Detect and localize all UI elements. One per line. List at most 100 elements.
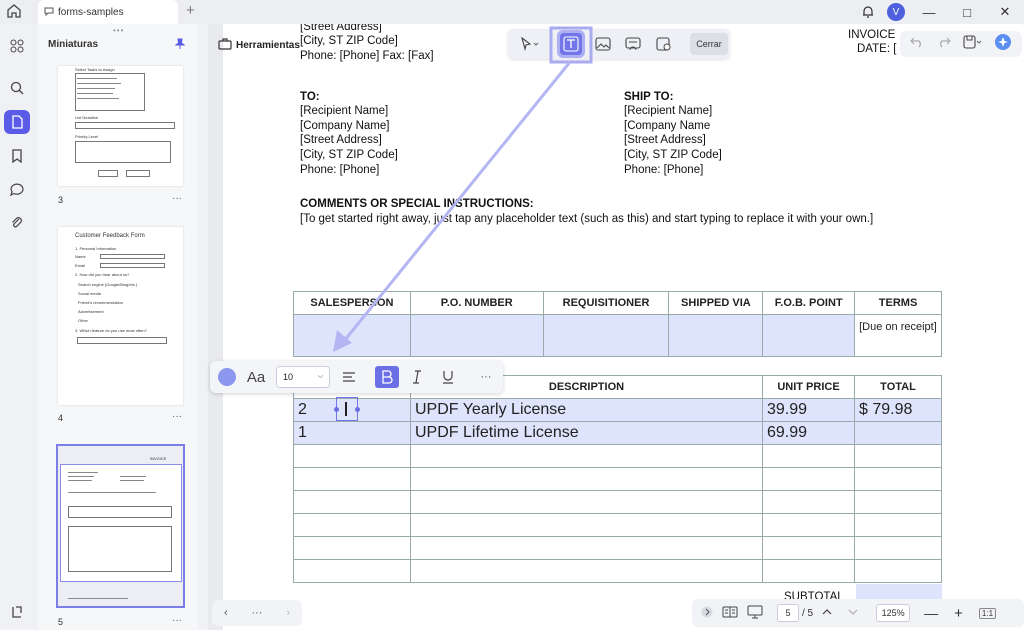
thumbnail-more-icon[interactable]: ··· (172, 411, 182, 422)
ai-assistant-icon[interactable] (994, 33, 1012, 56)
address-line[interactable]: [Street Address] (300, 24, 382, 35)
close-window-button[interactable]: ✕ (986, 0, 1024, 24)
unit-price-field[interactable]: 69.99 (762, 421, 855, 445)
ship-to-line[interactable]: [Recipient Name] (624, 104, 712, 119)
empty-cell[interactable] (410, 444, 763, 468)
thumbnail-more-icon[interactable]: ··· (172, 615, 182, 626)
select-tool-button[interactable] (514, 33, 544, 55)
font-size-select[interactable]: 10 ⌵ (276, 366, 330, 388)
empty-cell[interactable] (854, 536, 942, 560)
empty-cell[interactable] (293, 467, 411, 491)
presentation-icon[interactable] (747, 605, 763, 622)
po-number-field[interactable] (409, 314, 544, 357)
shipped-via-field[interactable] (668, 314, 764, 357)
user-avatar[interactable]: V (882, 0, 910, 24)
empty-cell[interactable] (762, 559, 855, 583)
underline-button[interactable] (438, 366, 458, 388)
date-label[interactable]: DATE: [ (857, 42, 896, 57)
empty-cell[interactable] (854, 467, 942, 491)
to-line[interactable]: [City, ST ZIP Code] (300, 148, 398, 163)
resize-handle-left[interactable] (334, 407, 339, 412)
unit-price-field[interactable]: 39.99 (762, 398, 855, 422)
empty-cell[interactable] (762, 536, 855, 560)
to-line[interactable]: [Street Address] (300, 133, 382, 148)
layers-icon[interactable] (4, 600, 30, 624)
text-color-picker[interactable] (216, 366, 238, 388)
reading-mode-icon[interactable] (722, 606, 738, 621)
total-field[interactable]: $ 79.98 (854, 398, 942, 422)
save-icon[interactable] (963, 34, 982, 54)
page-number-input[interactable]: 5 (777, 604, 799, 622)
terms-field[interactable]: [Due on receipt] (854, 314, 942, 357)
thumbnail-page-5[interactable]: INVOICE (56, 444, 185, 608)
comment-icon[interactable] (4, 177, 30, 201)
to-line[interactable]: [Company Name] (300, 119, 389, 134)
description-field[interactable]: UPDF Lifetime License (410, 421, 763, 445)
to-line[interactable]: [Recipient Name] (300, 104, 388, 119)
empty-cell[interactable] (293, 536, 411, 560)
document-tab[interactable]: forms-samples (38, 0, 178, 24)
ship-to-line[interactable]: [Company Name (624, 119, 710, 134)
align-left-button[interactable] (338, 366, 360, 388)
address-line[interactable]: Phone: [Phone] Fax: [Fax] (300, 49, 434, 64)
empty-cell[interactable] (762, 490, 855, 514)
chevron-left-icon[interactable]: ‹ (224, 607, 228, 619)
pin-icon[interactable] (174, 37, 186, 55)
tools-menu[interactable]: Herramientas (212, 32, 306, 58)
zoom-level-input[interactable]: 125% (876, 604, 911, 622)
address-line[interactable]: [City, ST ZIP Code] (300, 34, 398, 49)
bell-icon[interactable] (854, 0, 882, 24)
empty-cell[interactable] (854, 490, 942, 514)
chevron-down-icon[interactable] (848, 608, 858, 619)
fob-point-field[interactable] (762, 314, 856, 357)
empty-cell[interactable] (410, 513, 763, 537)
thumbnail-more-icon[interactable]: ··· (172, 193, 182, 204)
empty-cell[interactable] (410, 490, 763, 514)
undo-icon[interactable] (910, 35, 924, 53)
requisitioner-field[interactable] (542, 314, 670, 357)
home-icon[interactable] (6, 3, 26, 21)
panel-grip[interactable]: ••• (113, 26, 124, 35)
actual-size-button[interactable]: 1:1 (978, 607, 997, 619)
to-line[interactable]: Phone: [Phone] (300, 163, 379, 178)
close-edit-button[interactable]: Cerrar (690, 33, 728, 55)
thumbnail-page-4[interactable]: Customer Feedback Form 1. Personal Infor… (58, 227, 183, 405)
font-family-button[interactable]: Aa (244, 366, 268, 388)
search-icon[interactable] (4, 76, 30, 100)
empty-cell[interactable] (762, 513, 855, 537)
empty-cell[interactable] (293, 444, 411, 468)
empty-cell[interactable] (854, 559, 942, 583)
ship-to-line[interactable]: [City, ST ZIP Code] (624, 148, 722, 163)
zoom-in-button[interactable]: + (954, 605, 963, 622)
empty-cell[interactable] (293, 513, 411, 537)
empty-cell[interactable] (762, 444, 855, 468)
empty-cell[interactable] (410, 559, 763, 583)
collapse-toggle-icon[interactable] (701, 606, 713, 621)
ship-to-line[interactable]: Phone: [Phone] (624, 163, 703, 178)
page-thumbnails-icon[interactable] (4, 110, 30, 134)
comments-text[interactable]: [To get started right away, just tap any… (300, 212, 873, 227)
chevron-up-icon[interactable] (822, 608, 832, 619)
empty-cell[interactable] (762, 467, 855, 491)
qty-field[interactable]: 1 (293, 421, 411, 445)
add-text-tool-button[interactable] (557, 30, 585, 58)
empty-cell[interactable] (293, 559, 411, 583)
thumbnail-page-3[interactable]: Select Tasks to Assign List Deadline Pri… (58, 66, 183, 186)
bold-button[interactable] (375, 366, 399, 388)
salesperson-field[interactable] (293, 314, 411, 357)
redo-icon[interactable] (937, 35, 951, 53)
empty-cell[interactable] (854, 444, 942, 468)
nav-more-button[interactable]: ··· (251, 607, 262, 619)
add-link-tool-button[interactable] (622, 33, 644, 55)
zoom-out-button[interactable]: — (924, 605, 938, 621)
bookmark-icon[interactable] (4, 144, 30, 168)
more-options-button[interactable]: ··· (476, 366, 496, 388)
empty-cell[interactable] (410, 467, 763, 491)
description-field[interactable]: UPDF Yearly License (410, 398, 763, 422)
ocr-tool-button[interactable] (653, 33, 675, 55)
chevron-right-icon[interactable]: › (286, 607, 290, 619)
add-image-tool-button[interactable] (592, 33, 614, 55)
total-field[interactable] (854, 421, 942, 445)
empty-cell[interactable] (410, 536, 763, 560)
new-tab-button[interactable]: + (186, 2, 195, 19)
